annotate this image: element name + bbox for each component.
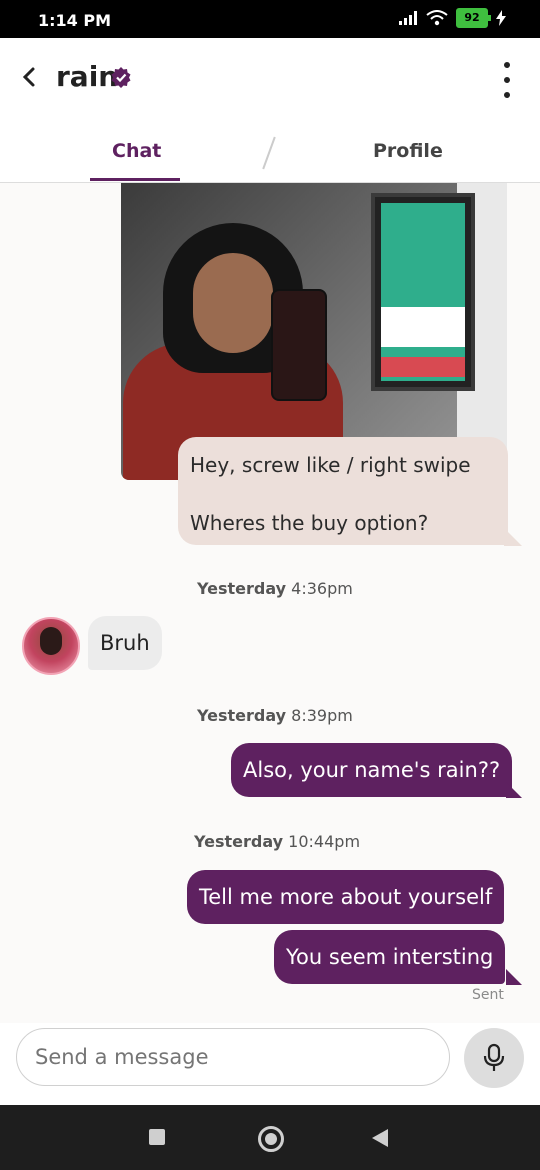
back-icon[interactable] bbox=[372, 1129, 388, 1147]
tab-divider bbox=[262, 136, 276, 170]
delivery-status: Sent bbox=[472, 987, 504, 1003]
tab-chat[interactable]: Chat bbox=[112, 140, 161, 162]
message-composer bbox=[0, 1023, 540, 1105]
signal-icon bbox=[399, 11, 417, 25]
chat-header: rain bbox=[0, 38, 540, 122]
timestamp: Yesterday 10:44pm bbox=[194, 832, 361, 851]
message-input[interactable] bbox=[16, 1028, 450, 1086]
charging-icon bbox=[496, 10, 506, 26]
system-nav-bar bbox=[0, 1105, 540, 1170]
photo-reply-bubble[interactable]: Hey, screw like / right swipe Wheres the… bbox=[178, 437, 508, 545]
shared-photo[interactable] bbox=[121, 183, 507, 480]
sent-message[interactable]: Tell me more about yourself bbox=[187, 870, 505, 924]
contact-name[interactable]: rain bbox=[56, 60, 118, 93]
active-tab-indicator bbox=[90, 178, 180, 181]
microphone-icon[interactable] bbox=[464, 1028, 524, 1088]
verified-badge-icon bbox=[111, 67, 131, 88]
reply-text-line1: Hey, screw like / right swipe bbox=[190, 453, 471, 477]
avatar[interactable] bbox=[22, 617, 80, 675]
status-time: 1:14 PM bbox=[38, 11, 112, 30]
bubble-tail bbox=[504, 528, 522, 546]
more-vertical-icon[interactable] bbox=[492, 62, 522, 98]
home-icon[interactable] bbox=[258, 1126, 284, 1152]
chat-thread[interactable]: Hey, screw like / right swipe Wheres the… bbox=[0, 183, 540, 1023]
status-icons: 92 bbox=[398, 8, 506, 28]
tab-profile[interactable]: Profile bbox=[373, 140, 443, 162]
sent-message[interactable]: You seem intersting bbox=[274, 930, 506, 984]
tab-bar: Chat Profile bbox=[0, 122, 540, 183]
received-message[interactable]: Bruh bbox=[88, 616, 162, 670]
timestamp: Yesterday 4:36pm bbox=[197, 579, 353, 598]
bubble-tail bbox=[506, 969, 522, 985]
battery-icon: 92 bbox=[456, 8, 491, 28]
timestamp: Yesterday 8:39pm bbox=[197, 706, 353, 725]
reply-text-line2: Wheres the buy option? bbox=[190, 511, 429, 535]
status-bar: 1:14 PM 92 bbox=[0, 0, 540, 38]
sent-message[interactable]: Also, your name's rain?? bbox=[231, 743, 513, 797]
chevron-left-icon[interactable] bbox=[14, 62, 44, 92]
bubble-tail bbox=[506, 782, 522, 798]
recents-icon[interactable] bbox=[149, 1129, 165, 1145]
wifi-icon bbox=[426, 10, 448, 26]
